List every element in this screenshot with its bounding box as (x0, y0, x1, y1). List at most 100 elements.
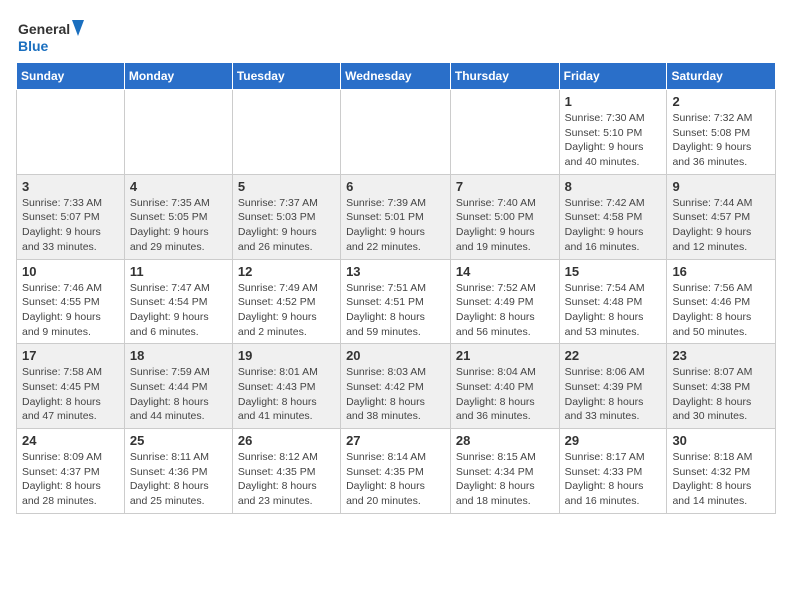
day-info: Sunrise: 7:56 AM Sunset: 4:46 PM Dayligh… (672, 281, 770, 340)
calendar-table: SundayMondayTuesdayWednesdayThursdayFrid… (16, 62, 776, 514)
day-info: Sunrise: 7:46 AM Sunset: 4:55 PM Dayligh… (22, 281, 119, 340)
calendar-cell: 25Sunrise: 8:11 AM Sunset: 4:36 PM Dayli… (124, 429, 232, 514)
day-info: Sunrise: 8:18 AM Sunset: 4:32 PM Dayligh… (672, 450, 770, 509)
day-number: 16 (672, 264, 770, 279)
day-number: 28 (456, 433, 554, 448)
day-info: Sunrise: 8:17 AM Sunset: 4:33 PM Dayligh… (565, 450, 662, 509)
day-info: Sunrise: 7:35 AM Sunset: 5:05 PM Dayligh… (130, 196, 227, 255)
day-number: 13 (346, 264, 445, 279)
day-number: 1 (565, 94, 662, 109)
day-info: Sunrise: 7:54 AM Sunset: 4:48 PM Dayligh… (565, 281, 662, 340)
calendar-cell: 21 Sunrise: 8:04 AM Sunset: 4:40 PM Dayli… (450, 344, 559, 429)
col-header-sunday: Sunday (17, 63, 125, 90)
day-number: 17 (22, 348, 119, 363)
day-number: 24 (22, 433, 119, 448)
day-info: Sunrise: 7:42 AM Sunset: 4:58 PM Dayligh… (565, 196, 662, 255)
day-info: Sunrise: 7:40 AM Sunset: 5:00 PM Dayligh… (456, 196, 554, 255)
calendar-cell: 29 Sunrise: 8:17 AM Sunset: 4:33 PM Dayli… (559, 429, 667, 514)
day-info: Sunrise: 7:37 AM Sunset: 5:03 PM Dayligh… (238, 196, 335, 255)
week-row-5: 24 Sunrise: 8:09 AM Sunset: 4:37 PM Dayli… (17, 429, 776, 514)
week-row-3: 10 Sunrise: 7:46 AM Sunset: 4:55 PM Dayli… (17, 259, 776, 344)
day-info: Sunrise: 7:32 AM Sunset: 5:08 PM Dayligh… (672, 111, 770, 170)
svg-text:Blue: Blue (18, 38, 49, 54)
day-info: Sunrise: 7:39 AM Sunset: 5:01 PM Dayligh… (346, 196, 445, 255)
calendar-cell (17, 90, 125, 175)
day-info: Sunrise: 7:30 AM Sunset: 5:10 PM Dayligh… (565, 111, 662, 170)
calendar-cell: 12Sunrise: 7:49 AM Sunset: 4:52 PM Dayli… (232, 259, 340, 344)
col-header-wednesday: Wednesday (341, 63, 451, 90)
calendar-cell: 22 Sunrise: 8:06 AM Sunset: 4:39 PM Dayli… (559, 344, 667, 429)
day-number: 4 (130, 179, 227, 194)
calendar-cell (341, 90, 451, 175)
logo-svg: General Blue (16, 16, 86, 58)
day-number: 7 (456, 179, 554, 194)
day-info: Sunrise: 8:09 AM Sunset: 4:37 PM Dayligh… (22, 450, 119, 509)
day-number: 26 (238, 433, 335, 448)
day-number: 19 (238, 348, 335, 363)
calendar-cell: 19Sunrise: 8:01 AM Sunset: 4:43 PM Dayli… (232, 344, 340, 429)
calendar-cell: 30 Sunrise: 8:18 AM Sunset: 4:32 PM Dayli… (667, 429, 776, 514)
svg-text:General: General (18, 21, 70, 37)
calendar-cell: 4 Sunrise: 7:35 AM Sunset: 5:05 PM Daylig… (124, 174, 232, 259)
day-info: Sunrise: 8:04 AM Sunset: 4:40 PM Dayligh… (456, 365, 554, 424)
logo: General Blue (16, 16, 86, 58)
calendar-cell: 24 Sunrise: 8:09 AM Sunset: 4:37 PM Dayli… (17, 429, 125, 514)
calendar-cell (124, 90, 232, 175)
calendar-cell: 13 Sunrise: 7:51 AM Sunset: 4:51 PM Dayli… (341, 259, 451, 344)
day-info: Sunrise: 8:11 AM Sunset: 4:36 PM Dayligh… (130, 450, 227, 509)
calendar-cell: 26 Sunrise: 8:12 AM Sunset: 4:35 PM Dayli… (232, 429, 340, 514)
day-number: 11 (130, 264, 227, 279)
col-header-friday: Friday (559, 63, 667, 90)
calendar-cell: 28 Sunrise: 8:15 AM Sunset: 4:34 PM Dayli… (450, 429, 559, 514)
calendar-cell: 23 Sunrise: 8:07 AM Sunset: 4:38 PM Dayli… (667, 344, 776, 429)
header-row: SundayMondayTuesdayWednesdayThursdayFrid… (17, 63, 776, 90)
day-number: 20 (346, 348, 445, 363)
week-row-2: 3 Sunrise: 7:33 AM Sunset: 5:07 PM Daylig… (17, 174, 776, 259)
calendar-cell: 18Sunrise: 7:59 AM Sunset: 4:44 PM Dayli… (124, 344, 232, 429)
calendar-cell: 14Sunrise: 7:52 AM Sunset: 4:49 PM Dayli… (450, 259, 559, 344)
day-number: 21 (456, 348, 554, 363)
day-number: 29 (565, 433, 662, 448)
day-number: 10 (22, 264, 119, 279)
day-info: Sunrise: 7:58 AM Sunset: 4:45 PM Dayligh… (22, 365, 119, 424)
calendar-cell: 7 Sunrise: 7:40 AM Sunset: 5:00 PM Daylig… (450, 174, 559, 259)
day-info: Sunrise: 8:07 AM Sunset: 4:38 PM Dayligh… (672, 365, 770, 424)
day-number: 15 (565, 264, 662, 279)
calendar-cell: 5 Sunrise: 7:37 AM Sunset: 5:03 PM Daylig… (232, 174, 340, 259)
col-header-tuesday: Tuesday (232, 63, 340, 90)
day-info: Sunrise: 8:12 AM Sunset: 4:35 PM Dayligh… (238, 450, 335, 509)
col-header-saturday: Saturday (667, 63, 776, 90)
day-number: 30 (672, 433, 770, 448)
week-row-4: 17 Sunrise: 7:58 AM Sunset: 4:45 PM Dayli… (17, 344, 776, 429)
calendar-cell: 16 Sunrise: 7:56 AM Sunset: 4:46 PM Dayli… (667, 259, 776, 344)
day-number: 9 (672, 179, 770, 194)
col-header-thursday: Thursday (450, 63, 559, 90)
calendar-cell (232, 90, 340, 175)
header: General Blue (16, 16, 776, 58)
day-info: Sunrise: 7:44 AM Sunset: 4:57 PM Dayligh… (672, 196, 770, 255)
calendar-cell: 3 Sunrise: 7:33 AM Sunset: 5:07 PM Daylig… (17, 174, 125, 259)
day-number: 27 (346, 433, 445, 448)
calendar-cell (450, 90, 559, 175)
day-info: Sunrise: 8:06 AM Sunset: 4:39 PM Dayligh… (565, 365, 662, 424)
day-info: Sunrise: 7:33 AM Sunset: 5:07 PM Dayligh… (22, 196, 119, 255)
calendar-cell: 15 Sunrise: 7:54 AM Sunset: 4:48 PM Dayli… (559, 259, 667, 344)
day-info: Sunrise: 7:51 AM Sunset: 4:51 PM Dayligh… (346, 281, 445, 340)
calendar-cell: 20Sunrise: 8:03 AM Sunset: 4:42 PM Dayli… (341, 344, 451, 429)
day-number: 18 (130, 348, 227, 363)
day-info: Sunrise: 7:49 AM Sunset: 4:52 PM Dayligh… (238, 281, 335, 340)
calendar-cell: 10 Sunrise: 7:46 AM Sunset: 4:55 PM Dayli… (17, 259, 125, 344)
day-info: Sunrise: 8:14 AM Sunset: 4:35 PM Dayligh… (346, 450, 445, 509)
calendar-cell: 27 Sunrise: 8:14 AM Sunset: 4:35 PM Dayli… (341, 429, 451, 514)
col-header-monday: Monday (124, 63, 232, 90)
calendar-cell: 2Sunrise: 7:32 AM Sunset: 5:08 PM Daylig… (667, 90, 776, 175)
calendar-cell: 6Sunrise: 7:39 AM Sunset: 5:01 PM Daylig… (341, 174, 451, 259)
day-number: 22 (565, 348, 662, 363)
day-info: Sunrise: 8:15 AM Sunset: 4:34 PM Dayligh… (456, 450, 554, 509)
day-number: 3 (22, 179, 119, 194)
calendar-cell: 8Sunrise: 7:42 AM Sunset: 4:58 PM Daylig… (559, 174, 667, 259)
day-info: Sunrise: 7:47 AM Sunset: 4:54 PM Dayligh… (130, 281, 227, 340)
day-number: 23 (672, 348, 770, 363)
day-number: 5 (238, 179, 335, 194)
calendar-cell: 9 Sunrise: 7:44 AM Sunset: 4:57 PM Daylig… (667, 174, 776, 259)
